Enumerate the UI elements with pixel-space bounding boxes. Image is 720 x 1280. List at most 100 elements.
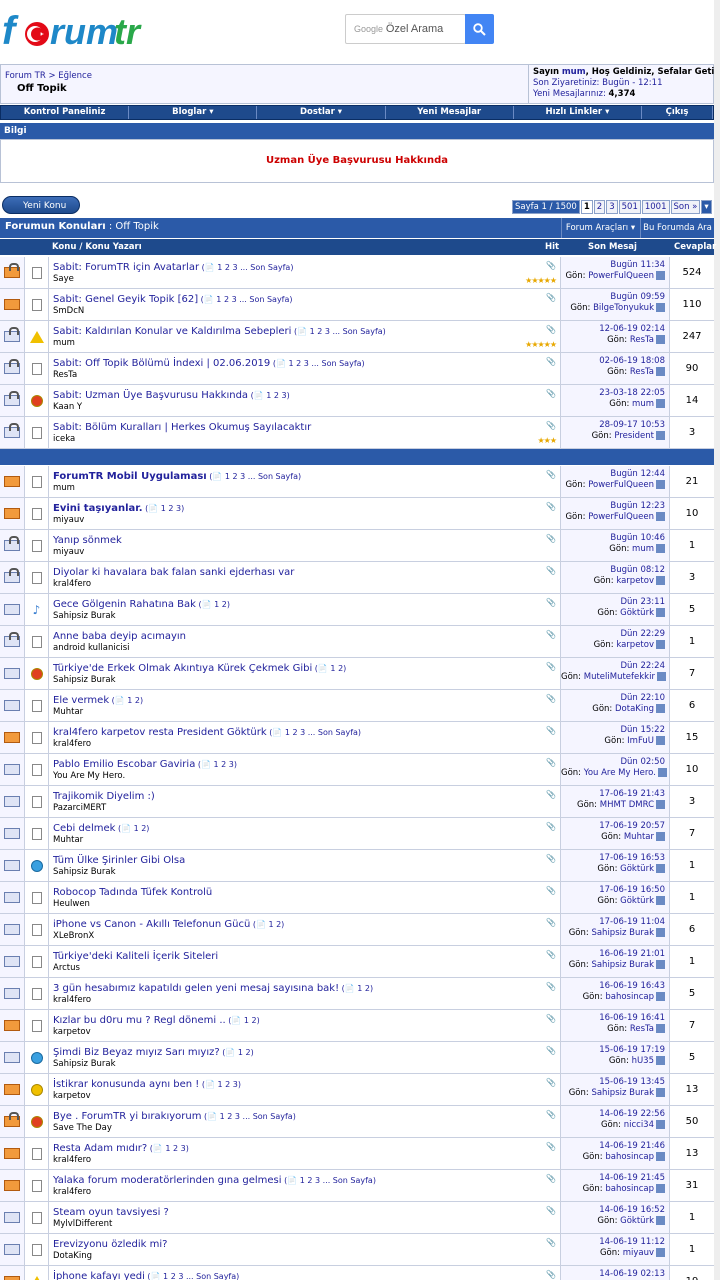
thread-author[interactable]: miyauv <box>53 515 556 526</box>
page-501[interactable]: 501 <box>618 200 641 214</box>
thread-author[interactable]: Heulwen <box>53 899 556 910</box>
thread-title-text[interactable]: Cebi delmek <box>53 823 115 834</box>
last-post-user[interactable]: PowerFulQueen <box>588 271 654 281</box>
page-dropdown[interactable]: ▾ <box>701 200 712 214</box>
thread-author[interactable]: karpetov <box>53 1091 556 1102</box>
thread-author[interactable]: kral4fero <box>53 1187 556 1198</box>
thread-author[interactable]: Sahipsiz Burak <box>53 1059 556 1070</box>
table-row[interactable]: Kızlar bu d0ru mu ? Regl dönemi .. (📄 1 … <box>0 1010 714 1042</box>
last-post-user[interactable]: PowerFulQueen <box>588 480 654 490</box>
last-post-user[interactable]: Sahipsiz Burak <box>591 1088 654 1098</box>
thread-title[interactable]: Türkiye'deki Kaliteli İçerik Siteleri <box>53 950 556 963</box>
reply-count[interactable]: 10 <box>670 498 714 529</box>
thread-title-text[interactable]: Sabit: Bölüm Kuralları | Herkes Okumuş S… <box>53 422 311 433</box>
thread-title[interactable]: Sabit: Genel Geyik Topik [62] (📄 1 2 3 .… <box>53 293 556 306</box>
nav-control-panel[interactable]: Kontrol Paneliniz <box>1 106 130 119</box>
table-row[interactable]: Yalaka forum moderatörlerinden gına gelm… <box>0 1170 714 1202</box>
thread-title[interactable]: iPhone vs Canon - Akıllı Telefonun Gücü … <box>53 918 556 931</box>
thread-title[interactable]: Sabit: ForumTR için Avatarlar (📄 1 2 3 .… <box>53 261 556 274</box>
thread-title-text[interactable]: Ele vermek <box>53 695 109 706</box>
page-1[interactable]: 1 <box>580 200 593 214</box>
go-to-last-post-icon[interactable] <box>656 367 665 376</box>
thread-title-text[interactable]: İphone kafayı yedi <box>53 1271 145 1280</box>
thread-title[interactable]: Erevizyonu özledik mi? <box>53 1238 556 1251</box>
table-row[interactable]: Pablo Emilio Escobar Gaviria (📄 1 2 3) Yo… <box>0 754 714 786</box>
thread-pages[interactable]: (📄 1 2) <box>226 1016 259 1025</box>
thread-pages[interactable]: (📄 1 2) <box>196 600 230 609</box>
go-to-last-post-icon[interactable] <box>656 576 665 585</box>
go-to-last-post-icon[interactable] <box>656 335 665 344</box>
table-row[interactable]: Resta Adam mıdır? (📄 1 2 3) kral4fero 📎 14-… <box>0 1138 714 1170</box>
thread-title[interactable]: Şimdi Biz Beyaz mıyız Sarı mıyız? (📄 1 2… <box>53 1046 556 1059</box>
go-to-last-post-icon[interactable] <box>656 271 665 280</box>
thread-title[interactable]: Anne baba deyip acımayın <box>53 630 556 643</box>
last-post-user[interactable]: ResTa <box>630 335 654 345</box>
thread-pages[interactable]: (📄 1 2 3) <box>147 1144 189 1153</box>
reply-count[interactable]: 1 <box>670 626 714 657</box>
thread-author[interactable]: Muhtar <box>53 835 556 846</box>
thread-title[interactable]: Cebi delmek (📄 1 2) <box>53 822 556 835</box>
thread-author[interactable]: Sahipsiz Burak <box>53 867 556 878</box>
go-to-last-post-icon[interactable] <box>656 640 665 649</box>
col-views[interactable]: Hit <box>545 239 559 255</box>
table-row[interactable]: ForumTR Mobil Uygulaması (📄 1 2 3 ... So… <box>0 466 714 498</box>
reply-count[interactable]: 5 <box>670 594 714 625</box>
go-to-last-post-icon[interactable] <box>656 864 665 873</box>
thread-title[interactable]: Pablo Emilio Escobar Gaviria (📄 1 2 3) <box>53 758 556 771</box>
table-row[interactable]: Sabit: Kaldırılan Konular ve Kaldırılma … <box>0 321 714 353</box>
thread-pages[interactable]: (📄 1 2) <box>250 920 284 929</box>
last-post-user[interactable]: ResTa <box>630 367 654 377</box>
thread-author[interactable]: mum <box>53 483 556 494</box>
username-link[interactable]: mum <box>562 67 586 77</box>
nav-friends[interactable]: Dostlar ▾ <box>257 106 386 119</box>
go-to-last-post-icon[interactable] <box>656 672 666 681</box>
reply-count[interactable]: 247 <box>670 321 714 352</box>
reply-count[interactable]: 1 <box>670 1202 714 1233</box>
reply-count[interactable]: 1 <box>670 530 714 561</box>
go-to-last-post-icon[interactable] <box>656 480 665 489</box>
go-to-last-post-icon[interactable] <box>656 736 665 745</box>
page-2[interactable]: 2 <box>593 200 606 214</box>
thread-title-text[interactable]: Steam oyun tavsiyesi ? <box>53 1207 169 1218</box>
thread-pages[interactable]: (📄 1 2 3) <box>143 504 184 513</box>
thread-pages[interactable]: (📄 1 2 3 ... Son Sayfa) <box>145 1272 239 1280</box>
thread-author[interactable]: SmDcN <box>53 306 556 317</box>
thread-pages[interactable]: (📄 1 2 3) <box>199 1080 241 1089</box>
last-post-user[interactable]: Göktürk <box>620 1216 654 1226</box>
thread-author[interactable]: Muhtar <box>53 707 556 718</box>
last-post-user[interactable]: MuteliMutefekkir <box>584 672 655 682</box>
reply-count[interactable]: 110 <box>670 289 714 320</box>
table-row[interactable]: Erevizyonu özledik mi? DotaKing 📎 14-06-19 … <box>0 1234 714 1266</box>
go-to-last-post-icon[interactable] <box>656 1248 665 1257</box>
table-row[interactable]: Anne baba deyip acımayın android kullanic… <box>0 626 714 658</box>
last-post-user[interactable]: BilgeTonyukuk <box>593 303 654 313</box>
table-row[interactable]: Tüm Ülke Şirinler Gibi Olsa Sahipsiz Bura… <box>0 850 714 882</box>
go-to-last-post-icon[interactable] <box>656 1056 665 1065</box>
thread-title-text[interactable]: Pablo Emilio Escobar Gaviria <box>53 759 195 770</box>
reply-count[interactable]: 31 <box>670 1170 714 1201</box>
nav-new-posts[interactable]: Yeni Mesajlar <box>386 106 514 119</box>
thread-title-text[interactable]: Yalaka forum moderatörlerinden gına gelm… <box>53 1175 282 1186</box>
page-3[interactable]: 3 <box>606 200 618 214</box>
thread-title-text[interactable]: Gece Gölgenin Rahatına Bak <box>53 599 196 610</box>
thread-title[interactable]: Sabit: Bölüm Kuralları | Herkes Okumuş S… <box>53 421 556 434</box>
go-to-last-post-icon[interactable] <box>656 800 665 809</box>
last-post-user[interactable]: ResTa <box>630 1024 654 1034</box>
thread-author[interactable]: karpetov <box>53 1027 556 1038</box>
last-post-user[interactable]: Göktürk <box>620 608 654 618</box>
col-last-post[interactable]: Son Mesaj <box>588 239 637 255</box>
thread-pages[interactable]: (📄 1 2) <box>115 824 149 833</box>
table-row[interactable]: Sabit: Genel Geyik Topik [62] (📄 1 2 3 .… <box>0 289 714 321</box>
thread-title-text[interactable]: Diyolar ki havalara bak falan sanki ejde… <box>53 567 294 578</box>
last-post-user[interactable]: bahosincap <box>605 1184 654 1194</box>
thread-author[interactable]: Kaan Y <box>53 402 556 413</box>
thread-title[interactable]: Kızlar bu d0ru mu ? Regl dönemi .. (📄 1 … <box>53 1014 556 1027</box>
thread-pages[interactable]: (📄 1 2 3 ... Son Sayfa) <box>201 1112 296 1121</box>
thread-pages[interactable]: (📄 1 2) <box>312 664 346 673</box>
table-row[interactable]: Cebi delmek (📄 1 2) Muhtar 📎 17-06-19 20:57… <box>0 818 714 850</box>
go-to-last-post-icon[interactable] <box>656 704 665 713</box>
reply-count[interactable]: 1 <box>670 882 714 913</box>
last-post-user[interactable]: Sahipsiz Burak <box>591 928 654 938</box>
go-to-last-post-icon[interactable] <box>656 832 665 841</box>
last-post-user[interactable]: hU35 <box>632 1056 654 1066</box>
